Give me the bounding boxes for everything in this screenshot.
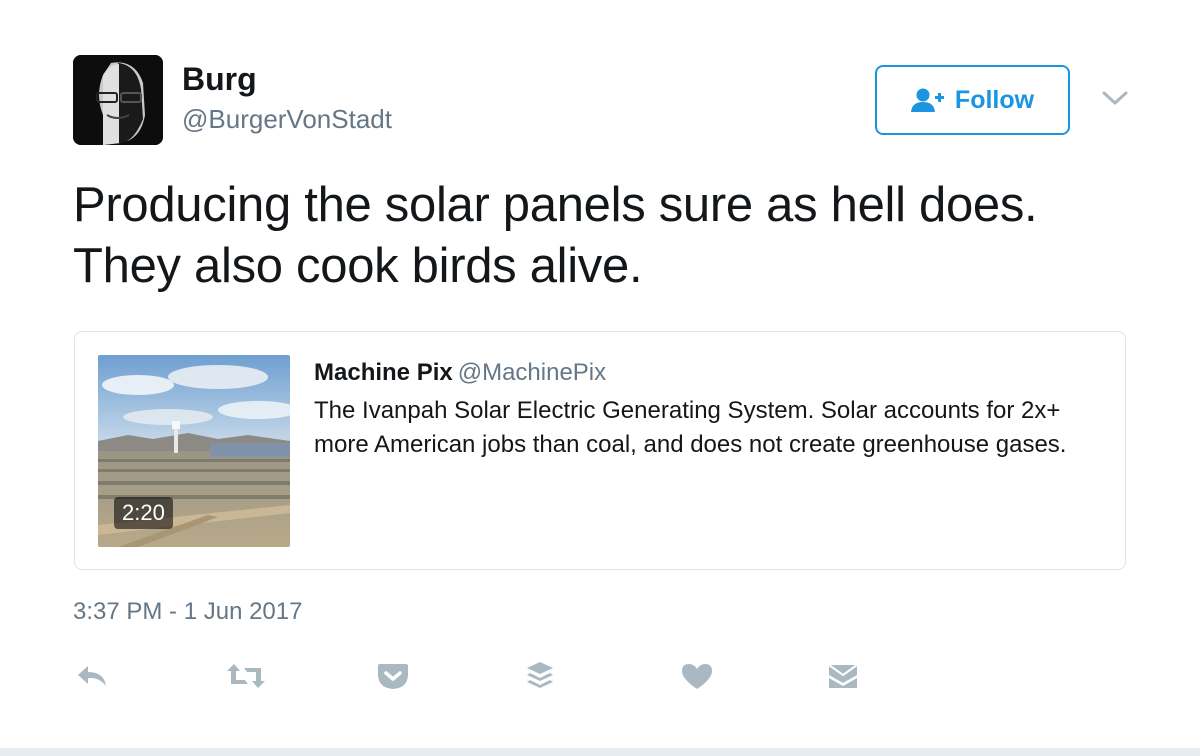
quoted-tweet-text: The Ivanpah Solar Electric Generating Sy… [314,397,1067,458]
chevron-down-icon [1102,91,1128,105]
more-options-caret[interactable] [1100,86,1130,110]
tweet-timestamp[interactable]: 3:37 PM - 1 Jun 2017 [73,597,302,627]
reply-icon [78,666,106,686]
follow-person-plus-icon [910,88,944,112]
like-button[interactable] [677,656,717,696]
quoted-author-name: Machine Pix [314,359,453,386]
avatar-image [73,55,163,145]
buffer-icon [527,662,553,688]
heart-icon [682,664,712,689]
buffer-button[interactable] [520,656,560,696]
author-screen-name[interactable]: @BurgerVonStadt [182,103,392,135]
direct-message-button[interactable] [823,656,863,696]
quoted-tweet-video-thumbnail[interactable]: 2:20 [98,355,290,547]
quoted-author-handle: @MachinePix [457,359,607,386]
retweet-icon [227,664,265,688]
tweet-page: Burg @BurgerVonStadt Follow Producing th… [0,0,1200,756]
pocket-button[interactable] [373,656,413,696]
quoted-tweet-header: Machine Pix @MachinePix [314,358,606,388]
follow-button-label: Follow [954,85,1035,114]
author-display-name[interactable]: Burg [182,60,257,98]
avatar[interactable] [73,55,163,145]
pocket-icon [378,664,408,689]
envelope-icon [828,664,858,688]
bottom-divider [0,748,1200,756]
reply-button[interactable] [72,656,112,696]
retweet-button[interactable] [226,656,266,696]
tweet-text: Producing the solar panels sure as hell … [73,178,1038,293]
video-duration-badge: 2:20 [114,497,173,529]
follow-button[interactable]: Follow [875,65,1070,135]
quoted-tweet-card[interactable]: 2:20 Machine Pix @MachinePix The Ivanpah … [74,331,1126,570]
